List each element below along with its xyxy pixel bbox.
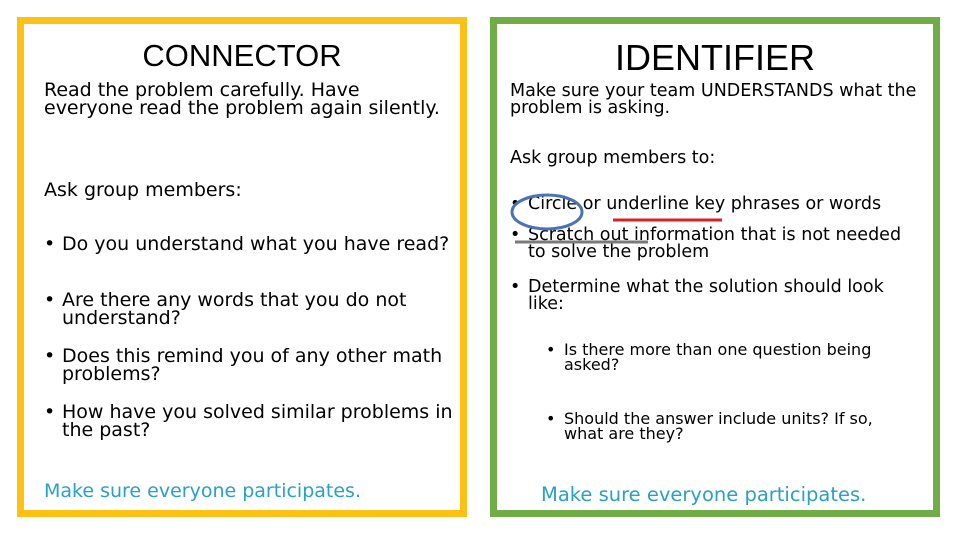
connector-bullet: • Are there any words that you do not un… bbox=[44, 289, 407, 330]
bullet-icon: • bbox=[510, 225, 521, 245]
identifier-card: IDENTIFIER Make sure your team UNDERSTAN… bbox=[490, 17, 940, 517]
bullet-icon: • bbox=[546, 340, 556, 359]
identifier-sub-bullet: • Should the answer include units? If so… bbox=[546, 409, 873, 444]
identifier-footer: Make sure everyone participates. bbox=[541, 483, 867, 506]
bullet-icon: • bbox=[44, 401, 56, 423]
connector-card: CONNECTOR Read the problem carefully. Ha… bbox=[17, 17, 467, 517]
circled-word: Circle bbox=[528, 194, 578, 214]
bullet-icon: • bbox=[44, 289, 56, 311]
identifier-ask-label: Ask group members to: bbox=[510, 148, 716, 168]
bullet-icon: • bbox=[44, 233, 56, 255]
identifier-sub-bullet: • Is there more than one question being … bbox=[546, 340, 872, 375]
connector-footer: Make sure everyone participates. bbox=[44, 480, 361, 502]
identifier-bullet: • Determine what the solution should loo… bbox=[510, 277, 884, 314]
connector-bullet: • How have you solved similar problems i… bbox=[44, 401, 453, 442]
bullet-icon: • bbox=[510, 194, 521, 214]
identifier-intro: Make sure your team UNDERSTANDS what the… bbox=[510, 81, 917, 118]
connector-bullet: • Does this remind you of any other math… bbox=[44, 345, 443, 386]
bullet-icon: • bbox=[546, 409, 556, 428]
connector-ask-label: Ask group members: bbox=[44, 179, 242, 201]
bullet-icon: • bbox=[44, 345, 56, 367]
underlined-word: underline bbox=[606, 194, 690, 214]
connector-intro: Read the problem carefully. Have everyon… bbox=[44, 79, 440, 120]
identifier-bullet: • Circle or underline key phrases or wor… bbox=[510, 194, 882, 214]
bullet-icon: • bbox=[510, 277, 521, 297]
identifier-bullet: • Scratch out information that is not ne… bbox=[510, 225, 902, 262]
connector-title: CONNECTOR bbox=[142, 38, 342, 73]
identifier-title: IDENTIFIER bbox=[614, 37, 815, 78]
connector-bullet: • Do you understand what you have read? bbox=[44, 233, 450, 255]
